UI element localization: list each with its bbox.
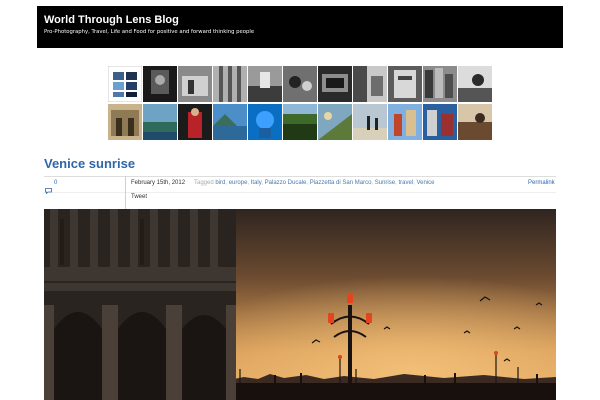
gallery-thumbnail[interactable]: [213, 66, 247, 102]
gallery-thumbnail[interactable]: [423, 104, 457, 140]
site-description: Pro-Photography, Travel, Life and Food f…: [44, 29, 255, 35]
post-tags: Tagged bird, europe, Italy, Palazzo Duca…: [194, 180, 435, 186]
tag-link[interactable]: europe: [229, 180, 248, 186]
post-date: February 15th, 2012: [131, 180, 186, 186]
tag-link[interactable]: Piazzetta di San Marco: [310, 180, 372, 186]
photo-gallery-strip: [108, 66, 492, 142]
gallery-thumbnail[interactable]: [318, 66, 352, 102]
site-title-link[interactable]: World Through Lens Blog: [44, 14, 179, 26]
gallery-thumbnail[interactable]: [458, 104, 492, 140]
tag-link[interactable]: Palazzo Ducale: [265, 180, 307, 186]
gallery-thumbnail[interactable]: [213, 104, 247, 140]
gallery-thumbnail[interactable]: [108, 104, 142, 140]
tweet-button[interactable]: Tweet: [131, 194, 147, 200]
gallery-thumbnail[interactable]: [283, 66, 317, 102]
gallery-thumbnail[interactable]: [423, 66, 457, 102]
gallery-thumbnail[interactable]: [178, 104, 212, 140]
gallery-thumbnail[interactable]: [248, 104, 282, 140]
tag-link[interactable]: Sunrise: [375, 180, 395, 186]
gallery-thumbnail[interactable]: [388, 66, 422, 102]
gallery-thumbnail[interactable]: [108, 66, 142, 102]
meta-divider: [44, 176, 556, 177]
gallery-thumbnail[interactable]: [353, 104, 387, 140]
meta-vertical-divider: [125, 176, 126, 209]
meta-divider: [44, 192, 556, 193]
gallery-thumbnail[interactable]: [458, 66, 492, 102]
gallery-thumbnail[interactable]: [283, 104, 317, 140]
gallery-thumbnail[interactable]: [143, 66, 177, 102]
gallery-thumbnail[interactable]: [388, 104, 422, 140]
post-title-link[interactable]: Venice sunrise: [44, 156, 135, 171]
gallery-thumbnail[interactable]: [353, 66, 387, 102]
gallery-thumbnail[interactable]: [248, 66, 282, 102]
comment-count-link[interactable]: 0: [54, 180, 57, 186]
gallery-thumbnail[interactable]: [178, 66, 212, 102]
site-header: World Through Lens Blog Pro-Photography,…: [37, 6, 563, 48]
gallery-thumbnail[interactable]: [318, 104, 352, 140]
tags-label: Tagged: [194, 180, 214, 186]
tag-link[interactable]: travel: [398, 180, 413, 186]
post-photo-venice-sunrise[interactable]: [44, 209, 556, 400]
speech-bubble-icon[interactable]: [45, 181, 52, 195]
permalink-link[interactable]: Permalink: [528, 180, 555, 186]
tag-link[interactable]: Venice: [416, 180, 434, 186]
tag-link[interactable]: Italy: [251, 180, 262, 186]
tag-link[interactable]: bird: [215, 180, 225, 186]
gallery-thumbnail[interactable]: [143, 104, 177, 140]
